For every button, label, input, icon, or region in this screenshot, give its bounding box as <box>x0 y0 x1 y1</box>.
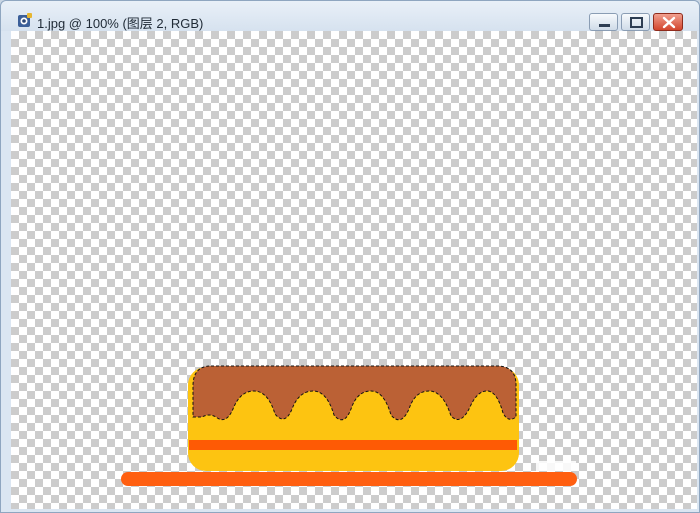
close-icon <box>662 16 676 29</box>
cake-artwork <box>121 365 577 486</box>
close-button[interactable] <box>653 13 683 31</box>
maximize-icon <box>630 17 643 28</box>
minimize-button[interactable] <box>589 13 618 31</box>
title-bar[interactable]: 1.jpg @ 100% (图层 2, RGB) <box>1 1 699 31</box>
erased-area <box>536 461 576 471</box>
transparent-canvas[interactable] <box>11 31 697 509</box>
maximize-button[interactable] <box>621 13 650 31</box>
document-window: 1.jpg @ 100% (图层 2, RGB) <box>0 0 700 513</box>
photoshop-document-icon <box>17 13 33 29</box>
window-title: 1.jpg @ 100% (图层 2, RGB) <box>37 16 204 31</box>
cake-stripe <box>189 440 517 450</box>
plate-bar <box>121 472 577 486</box>
minimize-icon <box>599 24 610 27</box>
